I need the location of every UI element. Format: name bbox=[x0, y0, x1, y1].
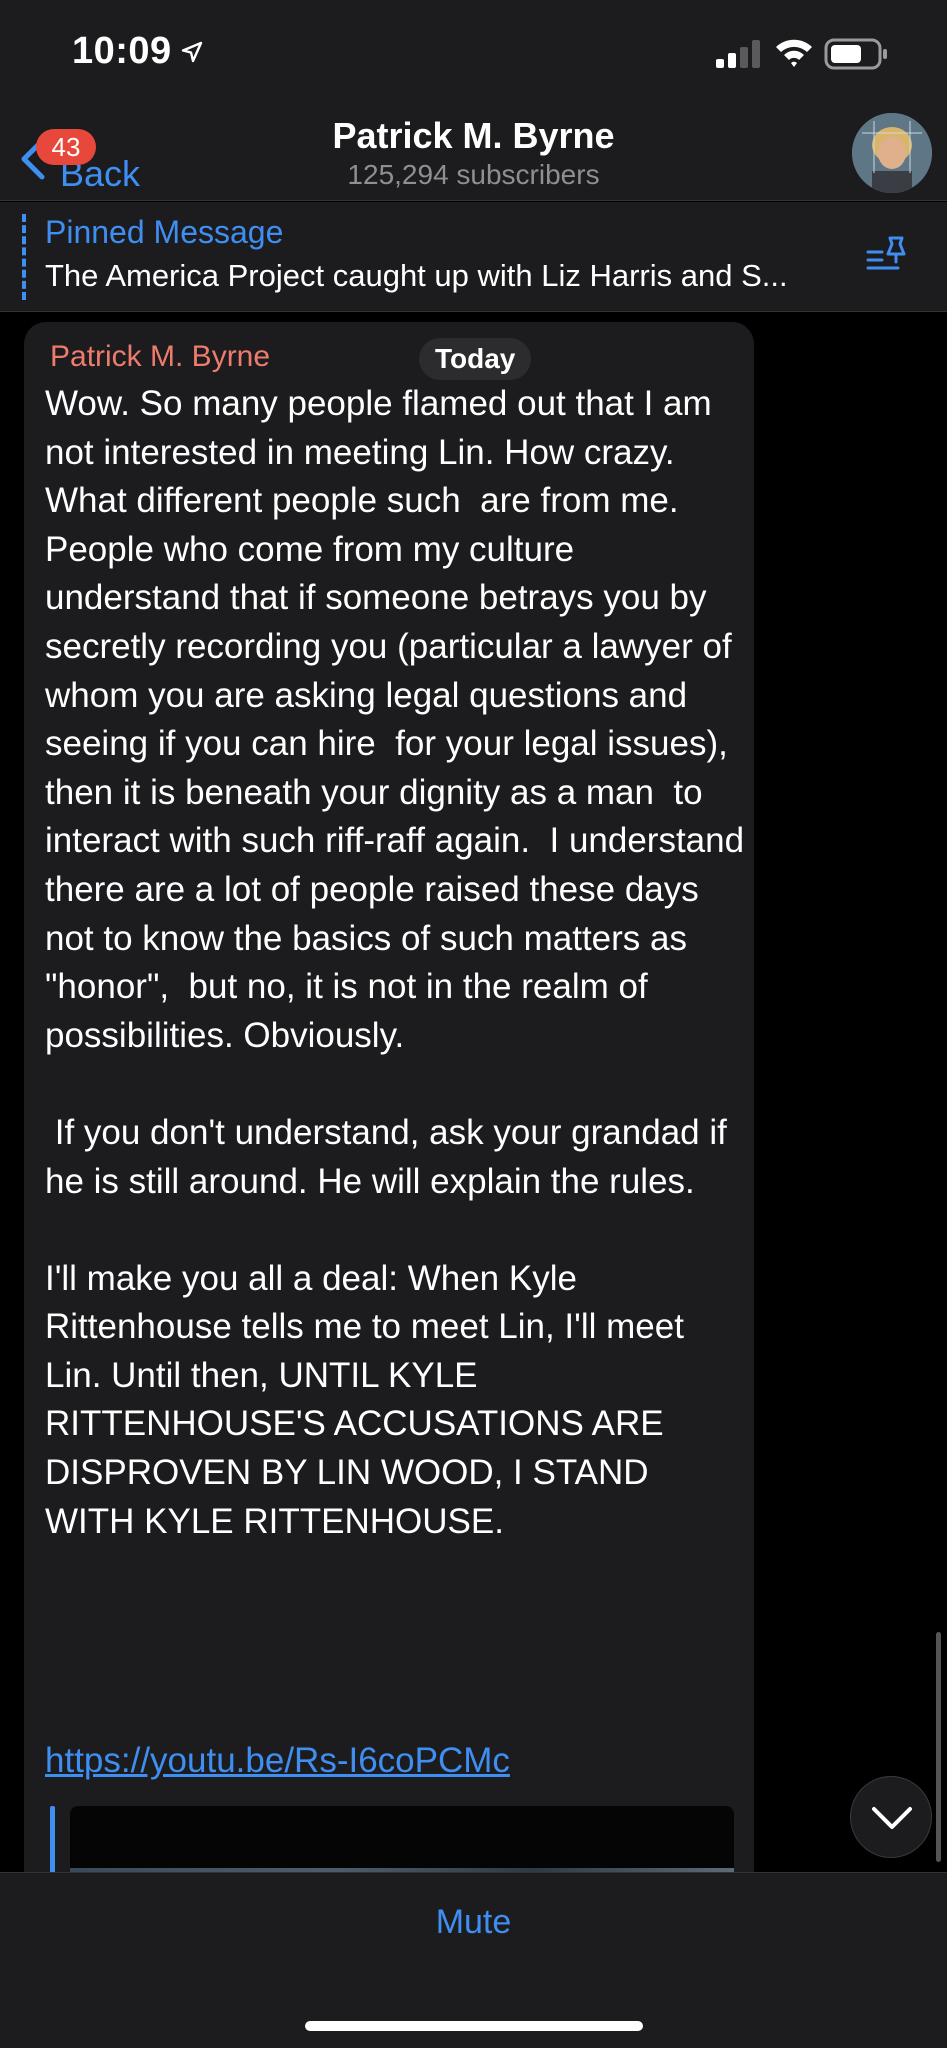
status-bar: 10:09 bbox=[0, 0, 947, 105]
bottom-bar: Mute bbox=[0, 1872, 947, 2048]
wifi-icon bbox=[776, 39, 812, 67]
channel-avatar[interactable] bbox=[852, 113, 932, 193]
channel-title[interactable]: Patrick M. Byrne bbox=[0, 115, 947, 157]
chat-area[interactable]: Patrick M. Byrne Today Wow. So many peop… bbox=[0, 312, 947, 1872]
pinned-text: The America Project caught up with Liz H… bbox=[45, 258, 788, 293]
message-bubble[interactable]: Patrick M. Byrne Today Wow. So many peop… bbox=[24, 322, 754, 1872]
status-time: 10:09 bbox=[72, 30, 172, 72]
home-indicator bbox=[305, 2021, 643, 2031]
pinned-title: Pinned Message bbox=[45, 214, 284, 250]
chevron-down-icon bbox=[872, 1807, 912, 1829]
pinned-message-bar[interactable]: Pinned Message The America Project caugh… bbox=[0, 202, 947, 312]
chat-header: Back 43 Patrick M. Byrne 125,294 subscri… bbox=[0, 105, 947, 201]
mute-button[interactable]: Mute bbox=[0, 1903, 947, 1942]
scrollbar[interactable] bbox=[936, 1632, 941, 1862]
subscriber-count: 125,294 subscribers bbox=[347, 159, 600, 190]
location-arrow-icon bbox=[181, 41, 203, 63]
pinned-indicator bbox=[22, 214, 26, 300]
avatar-photo bbox=[852, 113, 932, 193]
battery-icon bbox=[824, 38, 887, 70]
message-text: Wow. So many people flamed out that I am… bbox=[45, 384, 745, 1541]
link-preview-bar bbox=[50, 1806, 55, 1872]
message-author[interactable]: Patrick M. Byrne bbox=[50, 340, 270, 374]
signal-icon bbox=[716, 40, 760, 68]
message-link[interactable]: https://youtu.be/Rs-I6coPCMc bbox=[45, 1737, 510, 1785]
scroll-to-bottom-button[interactable] bbox=[850, 1776, 932, 1858]
link-preview-image[interactable] bbox=[70, 1806, 734, 1872]
date-pill: Today bbox=[419, 338, 532, 380]
pin-list-icon[interactable] bbox=[864, 232, 912, 280]
